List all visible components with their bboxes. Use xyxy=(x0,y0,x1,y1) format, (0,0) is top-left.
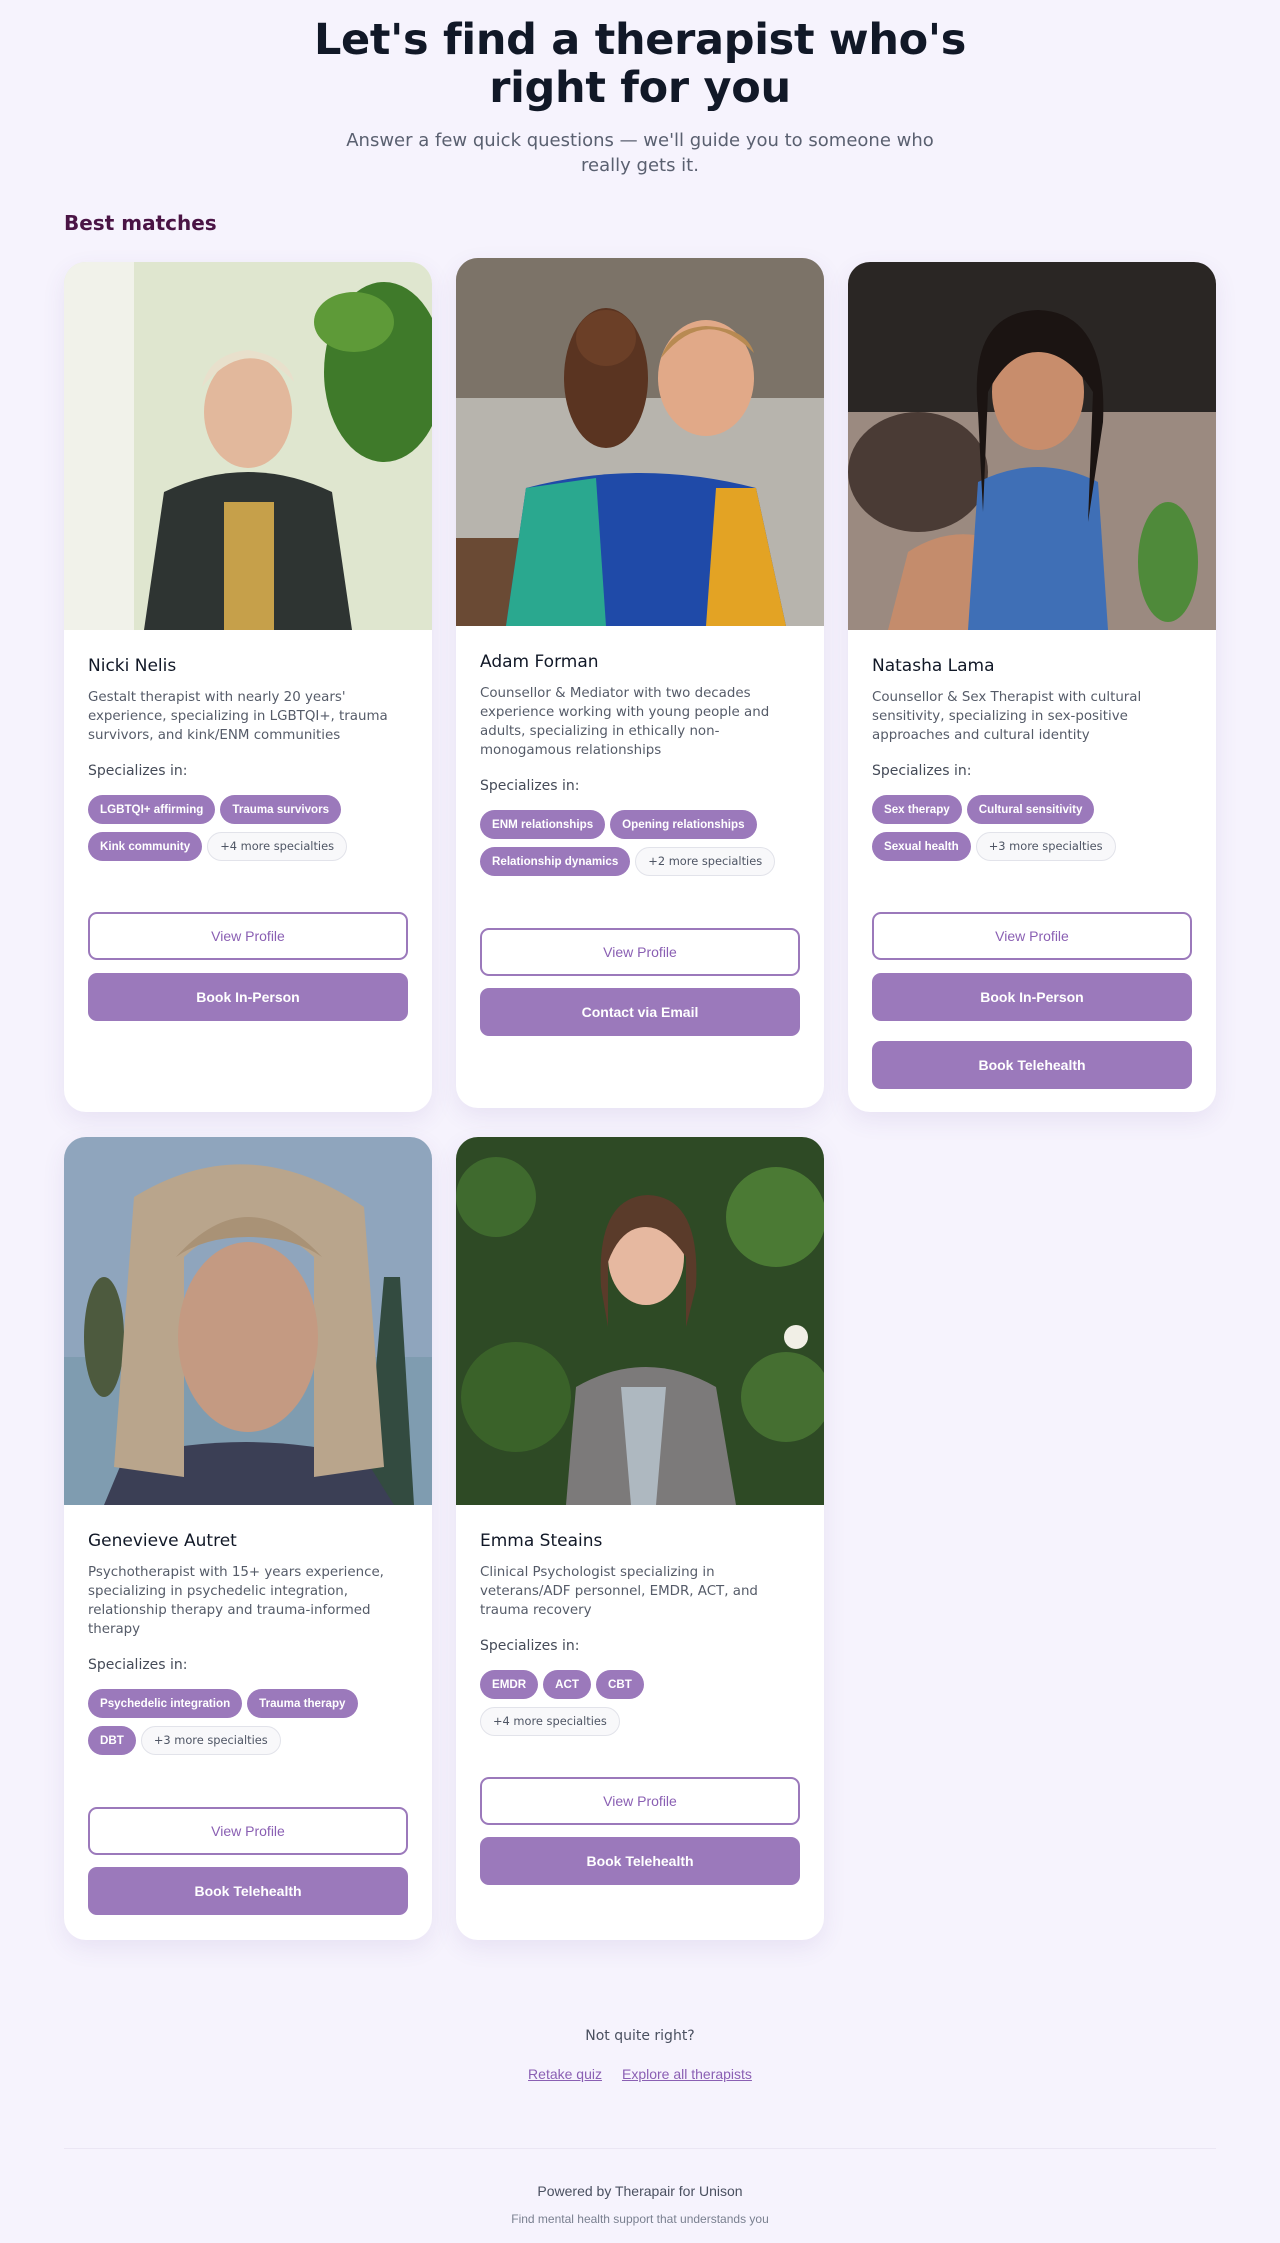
specialty-tag: Opening relationships xyxy=(610,810,757,839)
specializes-label: Specializes in: xyxy=(480,1638,580,1654)
therapist-photo xyxy=(456,258,824,626)
specialty-tag: Relationship dynamics xyxy=(480,847,631,876)
specialty-tag: CBT xyxy=(595,1670,644,1699)
specializes-label: Specializes in: xyxy=(872,763,972,779)
specializes-label: Specializes in: xyxy=(88,763,188,779)
view-profile-button[interactable]: View Profile xyxy=(480,928,800,976)
therapist-description: Gestalt therapist with nearly 20 years' … xyxy=(88,690,388,743)
therapist-name: Natasha Lama xyxy=(872,656,995,676)
therapist-photo xyxy=(456,1137,824,1505)
page-subtitle: Answer a few quick questions — we'll gui… xyxy=(346,130,934,176)
book-telehealth-button[interactable]: Book Telehealth xyxy=(872,1041,1192,1089)
footer-divider xyxy=(64,2148,1216,2149)
therapist-card: Nicki Nelis Gestalt therapist with nearl… xyxy=(64,262,432,1112)
specialty-tag: Kink community xyxy=(88,832,203,861)
therapist-description: Psychotherapist with 15+ years experienc… xyxy=(88,1565,384,1637)
explore-therapists-link[interactable]: Explore all therapists xyxy=(622,2066,752,2082)
specialty-tag: ENM relationships xyxy=(480,810,606,839)
specialty-tags: EMDR ACT CBT +4 more specialties xyxy=(480,1670,780,1736)
therapist-photo xyxy=(848,262,1216,630)
book-telehealth-button[interactable]: Book Telehealth xyxy=(480,1837,800,1885)
therapist-description: Clinical Psychologist specializing in ve… xyxy=(480,1565,758,1618)
book-in-person-button[interactable]: Book In-Person xyxy=(88,973,408,1021)
therapist-name: Adam Forman xyxy=(480,652,599,672)
therapist-name: Emma Steains xyxy=(480,1531,603,1551)
powered-by: Powered by Therapair for Unison xyxy=(537,2183,743,2199)
retake-quiz-link[interactable]: Retake quiz xyxy=(528,2066,602,2082)
specializes-label: Specializes in: xyxy=(480,778,580,794)
therapist-photo xyxy=(64,262,432,630)
specialty-tag: Trauma therapy xyxy=(247,1689,358,1718)
book-in-person-button[interactable]: Book In-Person xyxy=(872,973,1192,1021)
therapist-card: Emma Steains Clinical Psychologist speci… xyxy=(456,1137,824,1940)
specialty-tag: Cultural sensitivity xyxy=(966,795,1095,824)
specialty-tag: Sexual health xyxy=(872,832,971,861)
more-specialties-tag: +3 more specialties xyxy=(140,1726,281,1755)
more-specialties-tag: +3 more specialties xyxy=(975,832,1116,861)
specialty-tags: ENM relationships Opening relationships … xyxy=(480,810,780,876)
footer-tagline: Find mental health support that understa… xyxy=(511,2212,769,2226)
section-title: Best matches xyxy=(64,211,217,235)
view-profile-button[interactable]: View Profile xyxy=(480,1777,800,1825)
page-title: Let's find a therapist who's right for y… xyxy=(313,15,967,113)
therapist-card: Genevieve Autret Psychotherapist with 15… xyxy=(64,1137,432,1940)
view-profile-button[interactable]: View Profile xyxy=(88,1807,408,1855)
specialty-tag: EMDR xyxy=(480,1670,539,1699)
specialty-tags: LGBTQI+ affirming Trauma survivors Kink … xyxy=(88,795,388,861)
therapist-description: Counsellor & Sex Therapist with cultural… xyxy=(872,690,1142,743)
therapist-name: Nicki Nelis xyxy=(88,656,177,676)
view-profile-button[interactable]: View Profile xyxy=(88,912,408,960)
therapist-photo xyxy=(64,1137,432,1505)
book-telehealth-button[interactable]: Book Telehealth xyxy=(88,1867,408,1915)
therapist-card: Adam Forman Counsellor & Mediator with t… xyxy=(456,258,824,1108)
specialty-tag: Trauma survivors xyxy=(220,795,342,824)
specialty-tag: DBT xyxy=(88,1726,136,1755)
more-specialties-tag: +2 more specialties xyxy=(635,847,776,876)
footer-question: Not quite right? xyxy=(585,2028,695,2044)
view-profile-button[interactable]: View Profile xyxy=(872,912,1192,960)
specialty-tag: Sex therapy xyxy=(872,795,962,824)
contact-email-button[interactable]: Contact via Email xyxy=(480,988,800,1036)
therapist-card: Natasha Lama Counsellor & Sex Therapist … xyxy=(848,262,1216,1112)
specialty-tag: LGBTQI+ affirming xyxy=(88,795,216,824)
specializes-label: Specializes in: xyxy=(88,1657,188,1673)
specialty-tag: ACT xyxy=(543,1670,591,1699)
specialty-tags: Sex therapy Cultural sensitivity Sexual … xyxy=(872,795,1172,861)
specialty-tags: Psychedelic integration Trauma therapy D… xyxy=(88,1689,388,1755)
more-specialties-tag: +4 more specialties xyxy=(207,832,348,861)
footer-links: Retake quiz Explore all therapists xyxy=(0,2066,1280,2082)
therapist-name: Genevieve Autret xyxy=(88,1531,237,1551)
specialty-tag: Psychedelic integration xyxy=(88,1689,243,1718)
therapist-description: Counsellor & Mediator with two decades e… xyxy=(480,686,770,758)
more-specialties-tag: +4 more specialties xyxy=(480,1707,620,1736)
